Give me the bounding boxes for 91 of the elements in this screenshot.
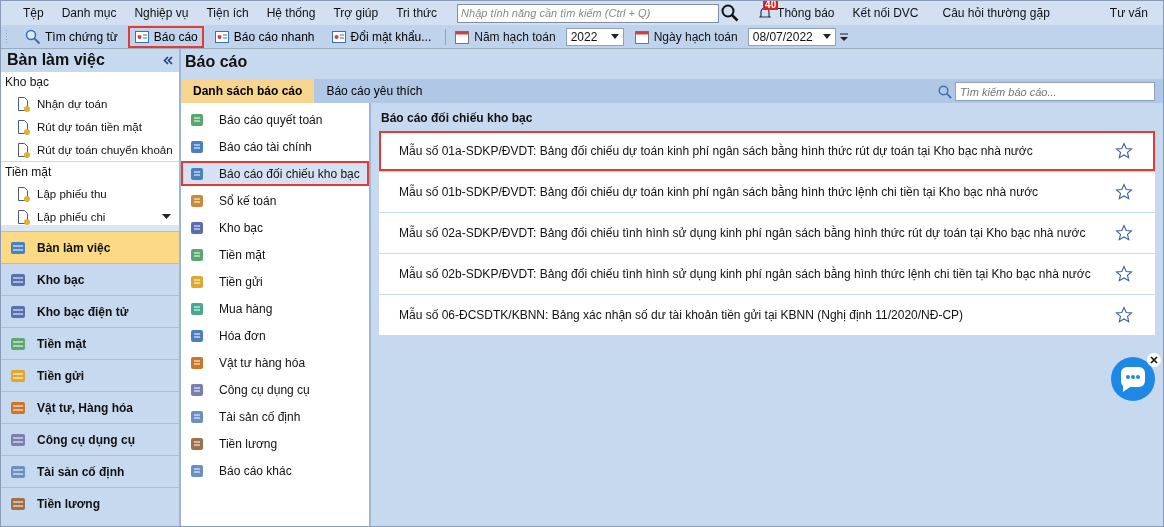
tab[interactable]: Báo cáo yêu thích [314,79,435,103]
panel-title: Bàn làm việc [7,51,105,69]
task-link[interactable]: Lập phiếu chi [37,210,106,223]
page-title: Báo cáo [184,52,249,72]
caret-icon[interactable] [162,214,171,219]
category-item[interactable]: Tiền mặt [181,242,369,267]
star-icon[interactable] [1115,224,1133,242]
search-icon[interactable] [721,4,740,22]
report-item[interactable]: Mẫu số 02a-SDKP/ĐVDT: Bảng đối chiếu tình hình sử dụng kinh phí ngân sách bằng hình thức rút dự toán tại Kho bạc nhà nước [379,213,1155,253]
overflow-icon[interactable] [839,32,848,41]
category-icon [189,435,205,452]
menu-item[interactable]: Tiện ích [200,6,255,20]
calendar-icon [633,28,650,45]
category-item[interactable]: Báo cáo quyết toán [181,107,369,132]
category-icon [189,165,205,182]
category-item[interactable]: Hóa đơn [181,323,369,348]
caret-icon[interactable] [610,34,619,39]
toolbar-button[interactable]: Đổi mật khẩu... [324,25,438,48]
task-link[interactable]: Nhận dự toán [37,97,108,110]
group-title: Tiền mặt [1,161,179,182]
category-icon [189,111,205,128]
tab[interactable]: Danh sách báo cáo [181,79,315,103]
menu-item[interactable]: Danh mục [55,6,123,20]
menu-item[interactable]: Trợ giúp [327,6,385,20]
collapse-icon[interactable] [163,55,173,65]
report-item[interactable]: Mẫu số 06-ĐCSDTK/KBNN: Bảng xác nhận số dư tài khoản tiền gửi tại KBNN (Nghị định 11/2020/NĐ-CP) [379,295,1155,335]
category-icon [189,381,205,398]
toolbar-button[interactable]: Báo cáo [127,25,204,48]
star-icon[interactable] [1115,306,1133,324]
category-item[interactable]: Tài sản cố định [181,404,369,429]
toolbar-button[interactable]: Báo cáo nhanh [207,25,321,48]
star-icon[interactable] [1115,265,1133,283]
category-icon [189,192,205,209]
report-item[interactable]: Mẫu số 02b-SDKP/ĐVDT: Bảng đối chiếu tình hình sử dụng kinh phí ngân sách bằng hình thức lệnh chi tiền tại Kho bạc nhà nước [379,254,1155,294]
category-item[interactable]: Công cụ dụng cụ [181,377,369,402]
category-item[interactable]: Kho bạc [181,215,369,240]
search-field[interactable]: Tìm kiếm báo cáo... [955,82,1155,101]
calendar-icon [454,28,471,45]
task-link[interactable]: Rút dự toán tiền mặt [37,120,142,133]
star-icon[interactable] [1115,142,1133,160]
task-link[interactable]: Lập phiếu thu [37,187,107,200]
section-title: Báo cáo đối chiếu kho bạc [381,111,534,125]
category-icon [189,462,205,479]
star-icon[interactable] [1115,183,1133,201]
caret-icon[interactable] [822,34,831,39]
support-menu[interactable]: Tư vấn [1103,6,1154,20]
menu-item[interactable]: Tri thức [390,6,444,20]
report-item[interactable]: Mẫu số 01a-SDKP/ĐVDT: Bảng đối chiếu dự toán kinh phí ngân sách bằng hình thức rút dự toán tại Kho bạc nhà nước [379,131,1155,171]
chat-icon[interactable] [1109,355,1157,403]
category-item[interactable]: Báo cáo tài chính [181,134,369,159]
report-item[interactable]: Mẫu số 01b-SDKP/ĐVDT: Bảng đối chiếu dự toán kinh phí ngân sách bằng hình thức lệnh chi tiền tại Kho bạc nhà nước [379,172,1155,212]
category-item[interactable]: Báo cáo đối chiếu kho bạc [181,161,369,186]
category-item[interactable]: Báo cáo khác [181,458,369,483]
document-icon [17,185,31,202]
menu-item[interactable]: Nghiệp vụ [128,6,195,20]
date-label: Ngày hạch toán [653,29,738,44]
faq-menu[interactable]: Câu hỏi thường gặp [936,6,1056,20]
menu-item[interactable]: Hệ thống [260,6,322,20]
category-icon [189,408,205,425]
category-item[interactable]: Sổ kế toán [181,188,369,213]
close-icon[interactable] [1147,353,1161,367]
category-item[interactable]: Mua hàng [181,296,369,321]
search-icon [25,28,41,45]
category-icon [189,300,205,317]
nav-item[interactable]: Bàn làm việc [1,231,179,263]
notification-count: 40 [763,1,779,10]
document-icon [133,28,150,45]
date-dropdown[interactable]: 08/07/2022 [747,27,836,46]
category-item[interactable]: Vật tư hàng hóa [181,350,369,375]
category-icon [189,327,205,344]
document-icon [17,118,31,135]
year-label: Năm hạch toán [474,29,556,44]
task-link[interactable]: Rút dự toán chuyển khoản [37,143,173,156]
document-icon [17,95,31,112]
bell-icon[interactable] [759,6,772,20]
category-icon [189,219,205,236]
connect-link[interactable]: Kết nối DVC [852,6,925,20]
category-item[interactable]: Tiền lương [181,431,369,456]
category-icon [189,246,205,263]
category-icon [189,354,205,371]
group-title: Kho bạc [1,71,179,92]
document-icon [17,141,31,158]
year-dropdown[interactable]: 2022 [565,27,624,46]
document-icon [330,28,347,45]
category-icon [189,138,205,155]
category-icon [189,273,205,290]
toolbar-button[interactable]: Tìm chứng từ [19,25,124,48]
category-item[interactable]: Tiền gửi [181,269,369,294]
document-icon [213,28,230,45]
menu-item[interactable]: Tệp [17,6,50,20]
search-field[interactable]: Nhập tính năng cần tìm kiếm (Ctrl + Q) [457,3,720,23]
